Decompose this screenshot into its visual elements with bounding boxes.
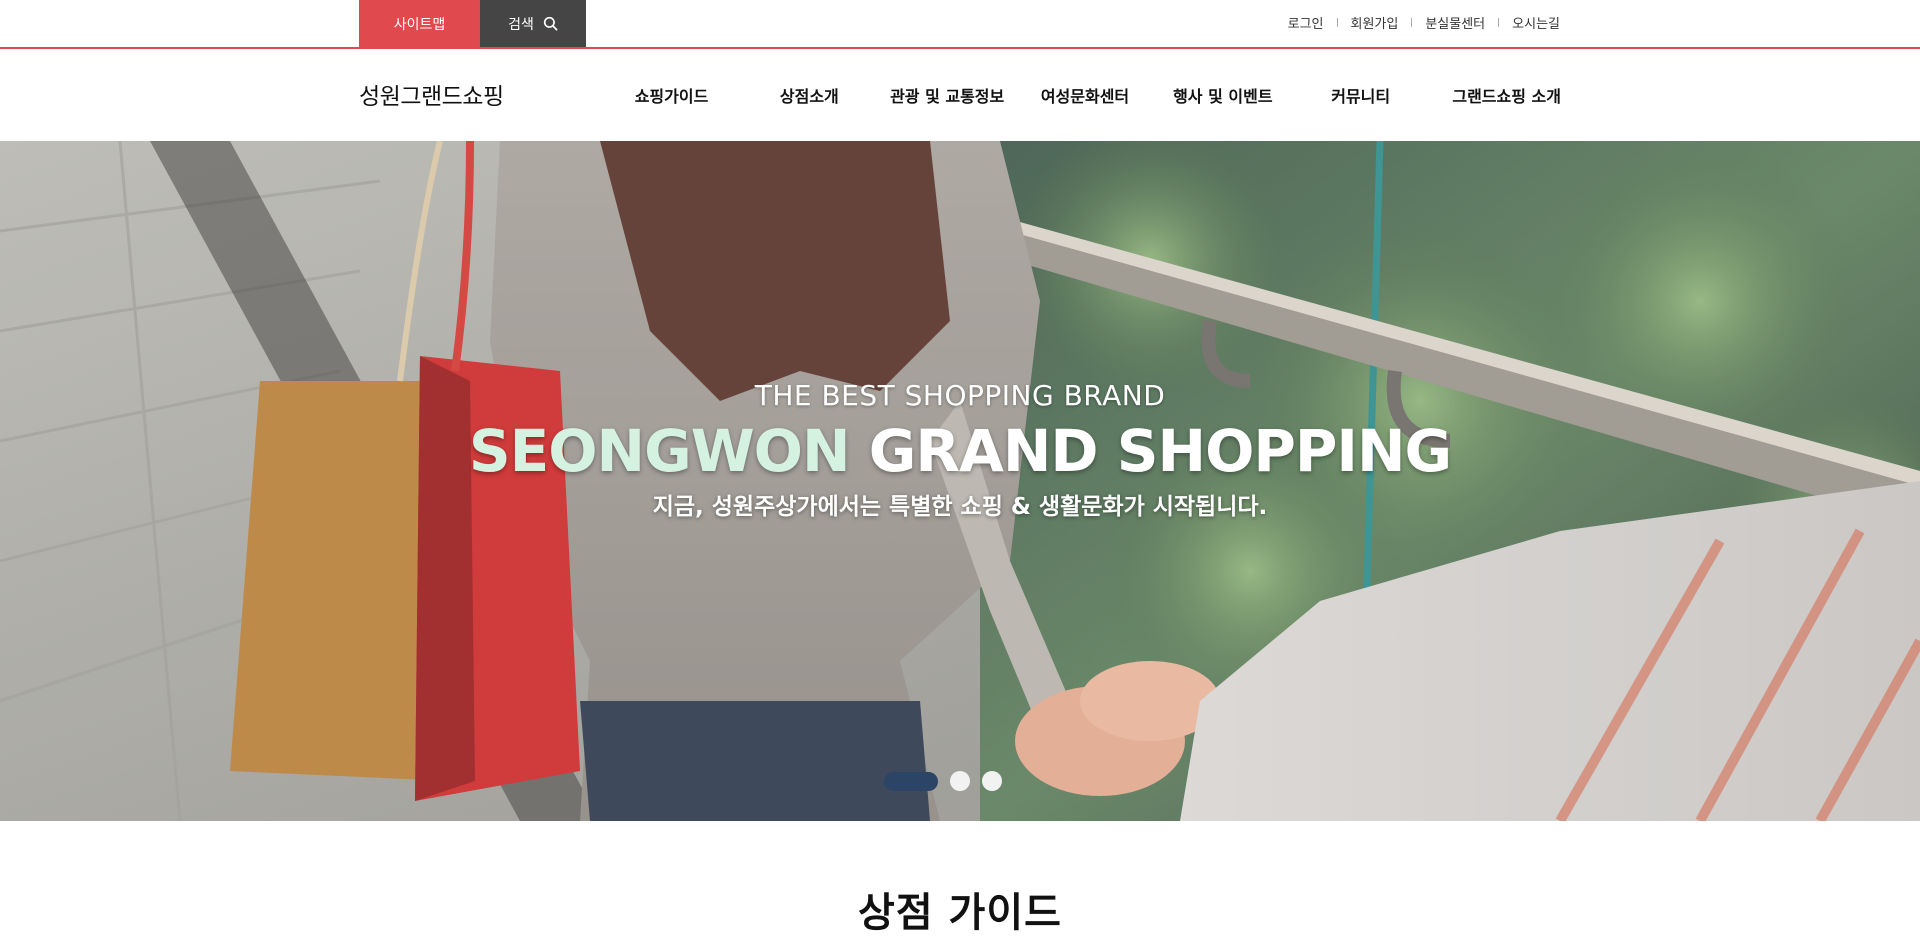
sitemap-label: 사이트맵: [393, 16, 446, 33]
site-logo[interactable]: 성원그랜드쇼핑: [359, 77, 504, 111]
search-label: 검색: [508, 16, 534, 33]
nav-store-intro[interactable]: 상점소개: [747, 83, 872, 107]
lost-and-found-link[interactable]: 분실물센터: [1425, 13, 1485, 32]
main-navigation: 쇼핑가이드 상점소개 관광 및 교통정보 여성문화센터 행사 및 이벤트 커뮤니…: [609, 49, 1561, 141]
divider: [1411, 18, 1413, 27]
hero-caption: THE BEST SHOPPING BRAND SEONGWON GRAND S…: [0, 141, 1920, 821]
sitemap-button[interactable]: 사이트맵: [359, 0, 480, 47]
nav-tourism-transport[interactable]: 관광 및 교통정보: [885, 83, 1010, 107]
nav-about[interactable]: 그랜드쇼핑 소개: [1436, 83, 1561, 107]
utility-links: 로그인 회원가입 분실물센터 오시는길: [1288, 0, 1560, 45]
search-icon: [543, 16, 558, 31]
hero-subtitle: 지금, 성원주상가에서는 특별한 쇼핑 & 생활문화가 시작됩니다.: [652, 494, 1268, 520]
nav-community[interactable]: 커뮤니티: [1298, 83, 1423, 107]
search-button[interactable]: 검색: [480, 0, 586, 47]
nav-women-culture-center[interactable]: 여성문화센터: [1022, 83, 1147, 107]
hero-title: SEONGWON GRAND SHOPPING: [0, 417, 1920, 485]
nav-events[interactable]: 행사 및 이벤트: [1160, 83, 1285, 107]
slide-dot-3[interactable]: [982, 771, 1002, 791]
divider: [1498, 18, 1500, 27]
hero-title-rest: GRAND SHOPPING: [849, 417, 1452, 485]
top-utility-bar: 사이트맵 검색 로그인 회원가입 분실물센터 오시는길: [0, 0, 1920, 49]
slide-dot-1[interactable]: [884, 771, 938, 791]
slider-pagination: [884, 771, 1002, 791]
hero-eyebrow: THE BEST SHOPPING BRAND: [754, 379, 1166, 412]
hero-title-accent: SEONGWON: [468, 417, 851, 485]
divider: [1336, 18, 1338, 27]
login-link[interactable]: 로그인: [1288, 13, 1324, 32]
nav-shopping-guide[interactable]: 쇼핑가이드: [609, 83, 734, 107]
section-title-store-guide: 상점 가이드: [858, 890, 1062, 936]
signup-link[interactable]: 회원가입: [1351, 13, 1399, 32]
hero-slider: THE BEST SHOPPING BRAND SEONGWON GRAND S…: [0, 141, 1920, 821]
main-header: 성원그랜드쇼핑 쇼핑가이드 상점소개 관광 및 교통정보 여성문화센터 행사 및…: [0, 49, 1920, 141]
directions-link[interactable]: 오시는길: [1512, 13, 1560, 32]
slide-dot-2[interactable]: [950, 771, 970, 791]
